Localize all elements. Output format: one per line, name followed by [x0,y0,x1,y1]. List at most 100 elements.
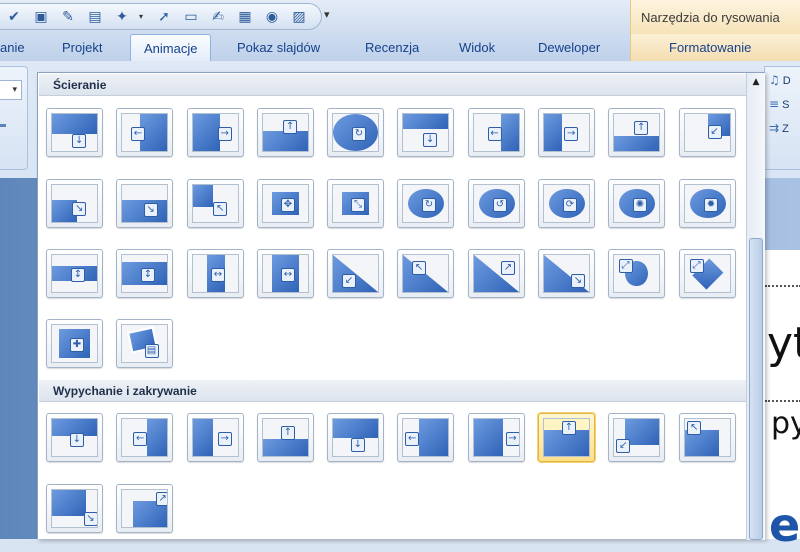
transition-wipe-1[interactable]: ↓ [46,108,103,157]
transition-wipe-25[interactable]: ↙ [327,249,384,298]
slideshow-icon[interactable]: ▣ [31,7,51,27]
transition-wipe-17[interactable]: ↺ [468,179,525,228]
transition-speed-item[interactable]: ≡ S [769,97,789,111]
tab-pokaz-slajdow[interactable]: Pokaz slajdów [237,34,320,61]
paste-icon[interactable]: ▦ [235,7,255,27]
transition-wipe-28[interactable]: ↘ [538,249,595,298]
slide-canvas[interactable]: yt py ek [764,250,800,552]
apply-all-label: Z [782,123,789,135]
transition-wipe-12[interactable]: ↘ [116,179,173,228]
transition-wipe-21[interactable]: ↕ [46,249,103,298]
transition-wipe-13[interactable]: ↖ [187,179,244,228]
gallery-scrollbar[interactable]: ▲ [746,73,765,540]
thumbnail-preview: ← [121,113,168,152]
transition-push-10[interactable]: ↖ [679,413,736,462]
transition-wipe-8[interactable]: → [538,108,595,157]
transition-wipe-31[interactable]: ✚ [46,319,103,368]
transition-push-6[interactable]: ← [397,413,454,462]
left-combo-dropdown[interactable]: ▾ [0,80,22,100]
direction-arrow-icon: ↓ [351,437,365,452]
transition-wipe-4[interactable]: ↑ [257,108,314,157]
transition-wipe-26[interactable]: ↖ [397,249,454,298]
transition-wipe-10[interactable]: ↙ [679,108,736,157]
direction-arrow-icon: ↖ [213,201,228,216]
transition-wipe-11[interactable]: ↘ [46,179,103,228]
shapes-dropdown-icon[interactable]: ▾ [139,12,147,21]
ribbon-tabs: anie Projekt Animacje Pokaz slajdów Rece… [0,34,800,61]
direction-arrow-icon: ↔ [281,267,295,282]
select-icon[interactable]: ➚ [154,7,174,27]
tab-recenzja[interactable]: Recenzja [365,34,419,61]
tab-widok[interactable]: Widok [459,34,495,61]
transition-wipe-19[interactable]: ✺ [608,179,665,228]
transition-push-5[interactable]: ↓ [327,413,384,462]
transition-wipe-7[interactable]: ← [468,108,525,157]
thumbnail-preview: ↓ [402,113,449,152]
textbox-icon[interactable]: ▭ [181,7,201,27]
transition-wipe-14[interactable]: ✥ [257,179,314,228]
new-slide-icon[interactable]: ▤ [85,7,105,27]
transition-wipe-3[interactable]: → [187,108,244,157]
transition-push-8[interactable]: ↑ [538,413,595,462]
thumbnail-preview: ↓ [51,418,98,457]
placeholder-border [765,285,800,287]
transition-push-2[interactable]: ← [116,413,173,462]
transition-push-12[interactable]: ↗ [116,484,173,533]
thumbnail-preview: ↖ [684,418,731,457]
transition-wipe-30[interactable]: ⤢ [679,249,736,298]
picture-icon[interactable]: ▨ [289,7,309,27]
edit-icon[interactable]: ✍ [208,7,228,27]
transition-wipe-27[interactable]: ↗ [468,249,525,298]
thumbnail-preview: ↑ [262,418,309,457]
thumbnail-preview: → [192,418,239,457]
thumbnail-preview: ↑ [543,418,590,457]
direction-arrow-icon: ↘ [143,202,158,217]
transition-wipe-22[interactable]: ↕ [116,249,173,298]
tab-animacje[interactable]: Animacje [130,34,212,61]
sound-icon: ♫ [769,73,780,87]
transition-wipe-32[interactable]: ▤ [116,319,173,368]
transition-push-4[interactable]: ↑ [257,413,314,462]
research-icon[interactable]: ✎ [58,7,78,27]
direction-arrow-icon: ← [131,126,145,141]
spellcheck-icon[interactable]: ✔ [4,7,24,27]
transition-wipe-18[interactable]: ⟳ [538,179,595,228]
transition-push-3[interactable]: → [187,413,244,462]
transition-wipe-24[interactable]: ↔ [257,249,314,298]
transition-wipe-23[interactable]: ↔ [187,249,244,298]
transition-wipe-2[interactable]: ← [116,108,173,157]
thumbnail-preview: ↑ [262,113,309,152]
tab-wstawianie[interactable]: anie [0,34,25,61]
transition-wipe-9[interactable]: ↑ [608,108,665,157]
thumbnail-preview: ↘ [121,184,168,223]
tab-projekt[interactable]: Projekt [62,34,102,61]
transition-sound-item[interactable]: ♫ D [769,73,791,87]
apply-all-item[interactable]: ⇉ Z [769,121,789,135]
transition-wipe-16[interactable]: ↻ [397,179,454,228]
transition-push-1[interactable]: ↓ [46,413,103,462]
scroll-up-arrow-icon[interactable]: ▲ [748,74,764,90]
globe-icon[interactable]: ◉ [262,7,282,27]
slide-title-text[interactable]: yt [767,318,800,369]
scrollbar-thumb[interactable] [749,238,763,540]
customize-toolbar-button[interactable]: ▾ [324,8,330,21]
transition-wipe-15[interactable]: ⤡ [327,179,384,228]
tab-formatowanie[interactable]: Formatowanie [630,34,800,61]
slide-logo-text: ek [769,498,800,552]
direction-arrow-icon: ↖ [412,260,426,275]
slide-body-text[interactable]: py [771,406,800,441]
placeholder-border [765,400,800,402]
transition-wipe-29[interactable]: ⤢ [608,249,665,298]
shapes-icon[interactable]: ✦ [112,7,132,27]
thumbnail-preview: ↙ [684,113,731,152]
transition-wipe-6[interactable]: ↓ [397,108,454,157]
tab-deweloper[interactable]: Deweloper [538,34,600,61]
transition-wipe-5[interactable]: ↻ [327,108,384,157]
transition-wipe-20[interactable]: ✹ [679,179,736,228]
transition-push-7[interactable]: → [468,413,525,462]
transition-push-9[interactable]: ↙ [608,413,665,462]
thumbnail-preview: → [192,113,239,152]
thumbnail-preview: ⤢ [613,254,660,293]
transition-push-11[interactable]: ↘ [46,484,103,533]
direction-arrow-icon: ← [133,431,148,446]
